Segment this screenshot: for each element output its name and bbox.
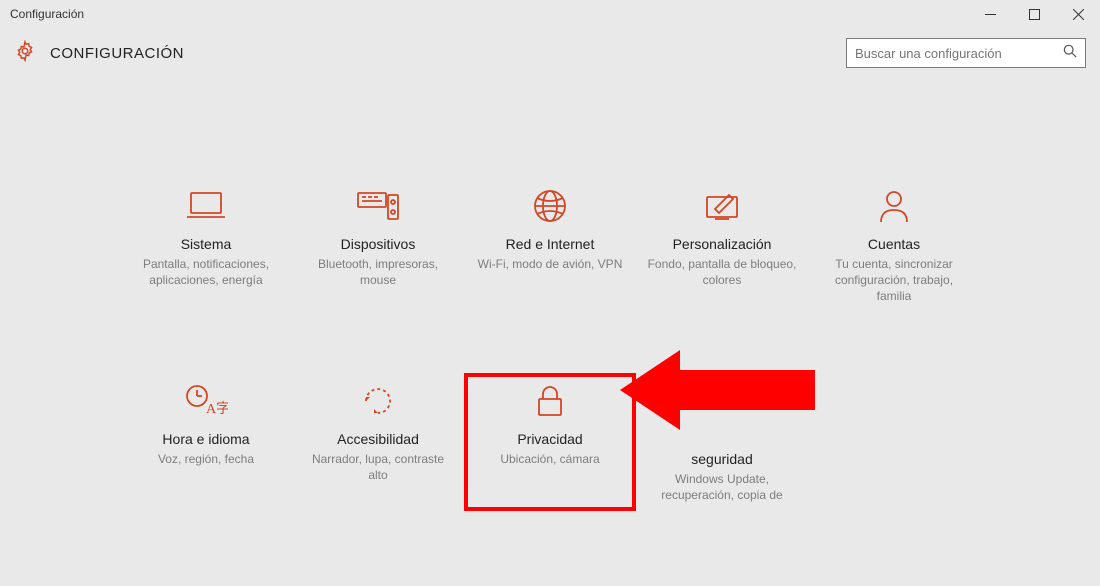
close-button[interactable] (1056, 0, 1100, 28)
tile-personalizacion[interactable]: Personalización Fondo, pantalla de bloqu… (636, 178, 808, 313)
search-box[interactable] (846, 38, 1086, 68)
tile-title: Sistema (181, 236, 232, 252)
page-title: CONFIGURACIÓN (50, 45, 184, 62)
tile-title: Privacidad (517, 431, 582, 447)
tile-title: seguridad (691, 451, 753, 467)
tile-privacidad[interactable]: Privacidad Ubicación, cámara (464, 373, 636, 511)
tile-title: Hora e idioma (162, 431, 249, 447)
tile-desc: Narrador, lupa, contraste alto (302, 451, 454, 483)
tile-actualizacion-seguridad[interactable]: seguridad Windows Update, recuperación, … (636, 373, 808, 511)
tile-desc: Voz, región, fecha (158, 451, 254, 467)
accessibility-icon (360, 381, 396, 421)
titlebar: Configuración (0, 0, 1100, 28)
tile-hora-idioma[interactable]: A字 Hora e idioma Voz, región, fecha (120, 373, 292, 511)
person-icon (877, 186, 911, 226)
maximize-icon (1029, 9, 1040, 20)
svg-text:A字: A字 (206, 401, 228, 417)
tile-title: Accesibilidad (337, 431, 419, 447)
tile-desc: Bluetooth, impresoras, mouse (302, 256, 454, 288)
header-left: CONFIGURACIÓN (14, 40, 184, 67)
tile-desc: Ubicación, cámara (500, 451, 599, 467)
lock-icon (533, 381, 567, 421)
minimize-icon (985, 9, 996, 20)
window-controls (968, 0, 1100, 28)
tile-red-internet[interactable]: Red e Internet Wi-Fi, modo de avión, VPN (464, 178, 636, 313)
tile-desc: Windows Update, recuperación, copia de (646, 471, 798, 503)
header: CONFIGURACIÓN (0, 28, 1100, 78)
gear-icon (14, 40, 36, 67)
tile-desc: Pantalla, notificaciones, aplicaciones, … (130, 256, 282, 288)
personalization-icon (701, 186, 743, 226)
maximize-button[interactable] (1012, 0, 1056, 28)
minimize-button[interactable] (968, 0, 1012, 28)
laptop-icon (185, 186, 227, 226)
tile-desc: Tu cuenta, sincronizar configuración, tr… (818, 256, 970, 305)
time-language-icon: A字 (184, 381, 228, 421)
search-icon (1063, 44, 1077, 63)
globe-icon (532, 186, 568, 226)
tile-title: Cuentas (868, 236, 920, 252)
tile-title: Personalización (673, 236, 772, 252)
settings-grid: Sistema Pantalla, notificaciones, aplica… (120, 178, 980, 511)
settings-grid-wrap: Sistema Pantalla, notificaciones, aplica… (0, 178, 1100, 511)
tile-cuentas[interactable]: Cuentas Tu cuenta, sincronizar configura… (808, 178, 980, 313)
close-icon (1073, 9, 1084, 20)
tile-desc: Wi-Fi, modo de avión, VPN (478, 256, 623, 272)
tile-title: Dispositivos (341, 236, 416, 252)
tile-dispositivos[interactable]: Dispositivos Bluetooth, impresoras, mous… (292, 178, 464, 313)
tile-desc: Fondo, pantalla de bloqueo, colores (646, 256, 798, 288)
search-input[interactable] (855, 46, 1063, 61)
devices-icon (355, 186, 401, 226)
tile-title: Red e Internet (506, 236, 595, 252)
tile-accesibilidad[interactable]: Accesibilidad Narrador, lupa, contraste … (292, 373, 464, 511)
window-title: Configuración (10, 7, 84, 21)
tile-sistema[interactable]: Sistema Pantalla, notificaciones, aplica… (120, 178, 292, 313)
